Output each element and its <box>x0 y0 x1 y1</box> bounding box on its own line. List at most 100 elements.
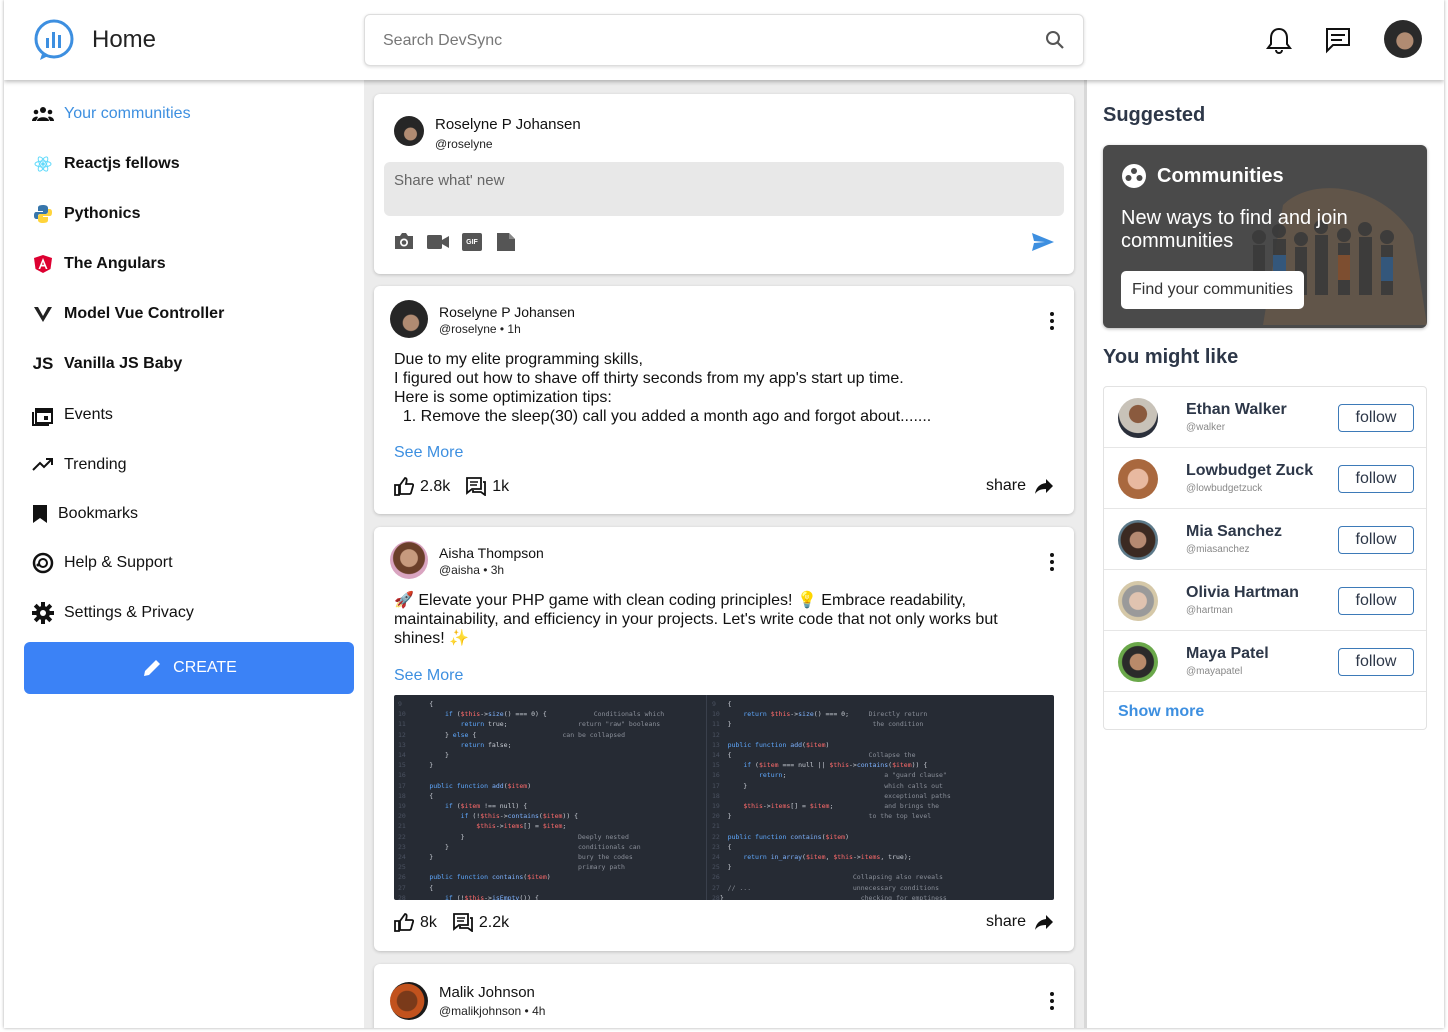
avatar[interactable] <box>390 982 428 1020</box>
more-options-icon[interactable] <box>1042 311 1062 331</box>
comment-count: 1k <box>492 477 510 495</box>
avatar <box>394 116 424 146</box>
post-card: Aisha Thompson @aisha • 3h 🚀 Elevate you… <box>374 527 1074 951</box>
send-icon[interactable] <box>1031 232 1055 252</box>
composer-input[interactable] <box>394 172 994 189</box>
sidebar-item-vanilla-js-baby[interactable]: JS Vanilla JS Baby <box>32 352 183 376</box>
more-options-icon[interactable] <box>1042 991 1062 1011</box>
pencil-icon <box>144 660 161 676</box>
video-icon[interactable] <box>427 235 449 249</box>
avatar[interactable] <box>390 300 428 338</box>
post-meta: @aisha • 3h <box>439 563 505 577</box>
find-communities-button[interactable]: Find your communities <box>1121 271 1304 309</box>
sidebar-item-trending[interactable]: Trending <box>32 453 127 477</box>
sidebar-item-label: Bookmarks <box>58 505 139 522</box>
avatar[interactable] <box>1118 642 1158 682</box>
show-more-link[interactable]: Show more <box>1118 703 1204 721</box>
post-stats: 8k 2.2k <box>394 913 525 932</box>
messages-icon[interactable] <box>1324 26 1352 54</box>
post-author[interactable]: Aisha Thompson <box>439 545 544 561</box>
sidebar-item-label: Help & Support <box>64 554 173 571</box>
post-stats: 2.8k 1k <box>394 477 525 496</box>
search-icon[interactable] <box>1045 30 1065 50</box>
see-more-link[interactable]: See More <box>394 444 463 462</box>
bell-icon[interactable] <box>1266 26 1292 54</box>
sidebar-item-pythonics[interactable]: Pythonics <box>32 202 140 226</box>
follow-button[interactable]: follow <box>1338 404 1414 432</box>
user-name[interactable]: Mia Sanchez <box>1186 523 1282 541</box>
create-button-label: CREATE <box>173 659 237 676</box>
sidebar-item-label: Trending <box>64 456 127 473</box>
user-handle: @lowbudgetzuck <box>1186 483 1263 494</box>
post-author[interactable]: Roselyne P Johansen <box>439 304 575 320</box>
user-name[interactable]: Lowbudget Zuck <box>1186 462 1313 480</box>
create-button[interactable]: CREATE <box>24 642 354 694</box>
user-avatar[interactable] <box>1384 20 1422 58</box>
like-icon[interactable] <box>394 477 414 496</box>
avatar[interactable] <box>1118 520 1158 560</box>
code-left-pane: 9 { 10 if ($this->size() === 0) { Condit… <box>398 700 665 900</box>
sidebar-item-reactjs-fellows[interactable]: Reactjs fellows <box>32 152 180 176</box>
list-item: Olivia Hartman @hartman follow <box>1104 570 1426 631</box>
code-screenshot-image[interactable]: 9 { 10 if ($this->size() === 0) { Condit… <box>394 695 1054 900</box>
sidebar-item-help-support[interactable]: Help & Support <box>32 551 173 575</box>
more-options-icon[interactable] <box>1042 552 1062 572</box>
post-meta: @malikjohnson • 4h <box>439 1004 546 1018</box>
list-item: Maya Patel @mayapatel follow <box>1104 631 1426 692</box>
promo-title: Communities <box>1157 165 1284 187</box>
js-icon: JS <box>32 354 54 373</box>
post-line: shines! ✨ <box>394 630 470 647</box>
like-icon[interactable] <box>394 913 414 932</box>
comment-icon[interactable] <box>453 913 473 932</box>
sidebar-item-label: Model Vue Controller <box>64 305 225 322</box>
post-meta: @roselyne • 1h <box>439 322 521 336</box>
sidebar-item-your-communities[interactable]: Your communities <box>32 102 191 126</box>
people-icon <box>32 103 54 125</box>
user-name[interactable]: Maya Patel <box>1186 645 1269 663</box>
user-name[interactable]: Olivia Hartman <box>1186 584 1299 602</box>
react-icon <box>32 153 54 175</box>
comment-count: 2.2k <box>478 913 510 931</box>
sidebar-item-label: Pythonics <box>64 205 141 222</box>
code-divider <box>706 695 707 900</box>
see-more-link[interactable]: See More <box>394 667 463 685</box>
user-name[interactable]: Ethan Walker <box>1186 401 1287 419</box>
user-handle: @miasanchez <box>1186 544 1250 555</box>
composer-handle: @roselyne <box>435 137 493 151</box>
sidebar-item-model-vue-controller[interactable]: Model Vue Controller <box>32 302 224 326</box>
avatar[interactable] <box>1118 398 1158 438</box>
composer-card: Roselyne P Johansen @roselyne GIF <box>374 94 1074 274</box>
share-button[interactable]: share <box>986 913 1054 931</box>
sidebar-item-the-angulars[interactable]: The Angulars <box>32 252 166 276</box>
list-item: Mia Sanchez @miasanchez follow <box>1104 509 1426 570</box>
sidebar-item-bookmarks[interactable]: Bookmarks <box>32 502 138 526</box>
avatar[interactable] <box>1118 581 1158 621</box>
code-right-pane: 9 { 10 return $this->size() === 0; Direc… <box>712 700 951 900</box>
avatar[interactable] <box>390 541 428 579</box>
sidebar-item-events[interactable]: Events <box>32 403 113 427</box>
comment-icon[interactable] <box>466 477 487 496</box>
post-author[interactable]: Malik Johnson <box>439 984 535 1001</box>
post-card: Roselyne P Johansen @roselyne • 1h Due t… <box>374 286 1074 514</box>
calendar-icon <box>32 404 54 426</box>
share-label: share <box>985 913 1026 930</box>
right-sidebar: Suggested Communities New ways to find a… <box>1084 80 1444 1028</box>
post-line: maintainability, and efficiency in your … <box>394 611 998 628</box>
follow-button[interactable]: follow <box>1338 465 1414 493</box>
vue-icon <box>32 303 54 325</box>
sidebar-item-settings-privacy[interactable]: Settings & Privacy <box>32 601 194 625</box>
gif-icon[interactable]: GIF <box>462 233 482 251</box>
like-count: 2.8k <box>420 477 451 495</box>
app-logo-icon[interactable] <box>32 18 76 62</box>
search-input[interactable] <box>383 29 1023 53</box>
camera-icon[interactable] <box>394 232 414 250</box>
follow-button[interactable]: follow <box>1338 526 1414 554</box>
follow-button[interactable]: follow <box>1338 587 1414 615</box>
share-button[interactable]: share <box>986 477 1054 495</box>
avatar[interactable] <box>1118 459 1158 499</box>
list-item: Ethan Walker @walker follow <box>1104 387 1426 448</box>
bookmark-icon <box>32 503 48 525</box>
file-icon[interactable] <box>496 232 516 252</box>
follow-button[interactable]: follow <box>1338 648 1414 676</box>
page-title: Home <box>92 26 157 53</box>
